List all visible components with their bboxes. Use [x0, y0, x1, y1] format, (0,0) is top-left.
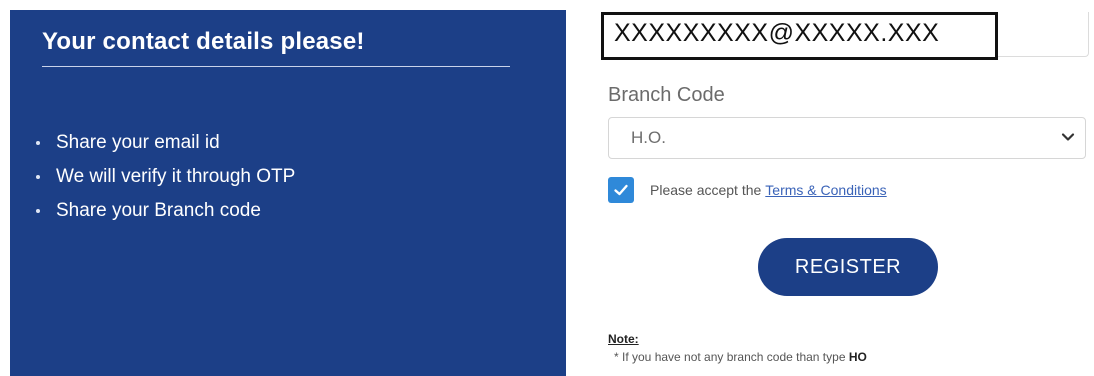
- email-field[interactable]: XXXXXXXXX@XXXXX.XXX: [601, 12, 998, 60]
- bullet-icon: [36, 175, 40, 179]
- list-item: Share your email id: [36, 126, 295, 160]
- bullet-text: Share your email id: [56, 132, 220, 153]
- bullet-icon: [36, 141, 40, 145]
- terms-text: Please accept the: [650, 182, 762, 198]
- contact-info-panel: Your contact details please! Share your …: [10, 10, 566, 376]
- note-text: * If you have not any branch code than t…: [614, 350, 867, 364]
- list-item: Share your Branch code: [36, 194, 295, 228]
- panel-divider: [42, 66, 510, 67]
- note-text-bold: HO: [848, 350, 867, 364]
- note-text-body: * If you have not any branch code than t…: [614, 350, 846, 364]
- note-label: Note:: [608, 332, 639, 346]
- list-item: We will verify it through OTP: [36, 160, 295, 194]
- panel-title: Your contact details please!: [42, 28, 365, 55]
- terms-link[interactable]: Terms & Conditions: [765, 182, 886, 198]
- branch-code-label: Branch Code: [608, 84, 725, 106]
- bullet-icon: [36, 209, 40, 213]
- branch-code-select[interactable]: H.O.: [608, 117, 1086, 159]
- terms-checkbox[interactable]: [608, 177, 634, 203]
- branch-code-selected-value: H.O.: [631, 128, 666, 147]
- chevron-down-icon: [1061, 133, 1075, 141]
- register-button[interactable]: REGISTER: [758, 238, 938, 296]
- info-bullet-list: Share your email id We will verify it th…: [36, 126, 295, 228]
- bullet-text: We will verify it through OTP: [56, 166, 296, 187]
- bullet-text: Share your Branch code: [56, 200, 261, 221]
- terms-row: Please accept the Terms & Conditions: [608, 176, 887, 204]
- checkmark-icon: [614, 184, 628, 196]
